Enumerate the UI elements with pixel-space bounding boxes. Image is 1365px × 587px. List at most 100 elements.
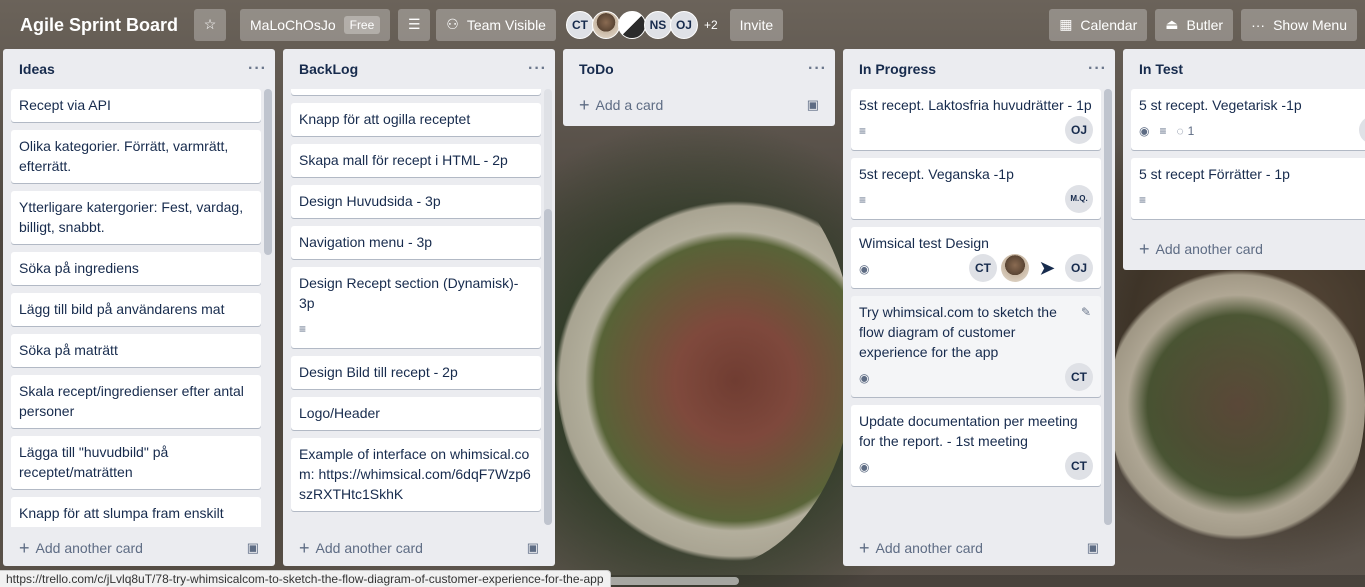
add-card-button[interactable]: + Add another card ▣ — [291, 534, 547, 562]
list-title[interactable]: Ideas — [19, 61, 55, 77]
card-template-icon[interactable]: ▣ — [1087, 540, 1099, 556]
add-card-button[interactable]: + Add another card ▣ — [851, 534, 1107, 562]
card[interactable]: Navigation menu - 3p — [291, 226, 541, 259]
list-scrollbar[interactable] — [264, 89, 272, 255]
card[interactable]: Wimsical test Design ◉ CT ➤ OJ — [851, 227, 1101, 288]
card[interactable]: Olika kategorier. Förrätt, varmrätt, eft… — [11, 130, 261, 183]
invite-button[interactable]: Invite — [729, 8, 784, 41]
list-header[interactable]: BackLog ··· — [283, 49, 555, 89]
add-card-label: Add another card — [875, 540, 983, 556]
card[interactable]: Söka på ingrediens — [11, 252, 261, 285]
list-actions-icon[interactable]: ··· — [248, 60, 267, 78]
card-hovered[interactable]: Try whimsical.com to sketch the flow dia… — [851, 296, 1101, 397]
card[interactable]: Skala recept/ingredienser efter antal pe… — [11, 375, 261, 428]
card[interactable]: Design Bild till recept - 2p — [291, 356, 541, 389]
card[interactable]: Ytterligare katergorier: Fest, vardag, b… — [11, 191, 261, 244]
card-members: CT — [1061, 363, 1093, 391]
member-avatar[interactable] — [617, 10, 646, 39]
card-template-icon[interactable]: ▣ — [807, 97, 819, 113]
list-title[interactable]: In Progress — [859, 61, 936, 77]
background-plate-image-right — [1110, 240, 1365, 570]
add-card-button[interactable]: + Add another card — [1131, 235, 1365, 263]
card-title: Wimsical test Design — [859, 235, 989, 251]
list-actions-icon[interactable]: ··· — [528, 60, 547, 78]
member-avatar[interactable]: CT — [969, 254, 997, 282]
card-title: Try whimsical.com to sketch the flow dia… — [859, 304, 1057, 360]
member-avatar[interactable]: NS — [643, 10, 672, 39]
team-button[interactable]: MaLoChOsJo Free — [240, 8, 391, 41]
list-header[interactable]: In Test — [1123, 49, 1365, 89]
add-card-button[interactable]: + Add another card ▣ — [11, 534, 267, 562]
visibility-button[interactable]: ⚇ Team Visible — [436, 8, 556, 41]
list-backlog: BackLog ··· Knapp för att ogilla recepte… — [283, 49, 555, 566]
list-header[interactable]: In Progress ··· — [843, 49, 1115, 89]
card[interactable]: 5 st recept. Vegetarisk -1p ◉ ≡ ◌1 C — [1131, 89, 1365, 150]
card-members: OJ — [1061, 116, 1093, 144]
butler-label: Butler — [1186, 16, 1224, 33]
description-icon: ≡ — [859, 124, 867, 138]
card[interactable]: Update documentation per meeting for the… — [851, 405, 1101, 486]
list-header[interactable]: Ideas ··· — [3, 49, 275, 89]
butler-button[interactable]: ⏏ Butler — [1155, 8, 1234, 41]
card[interactable]: Lägg till bild på användarens mat — [11, 293, 261, 326]
member-avatar[interactable]: OJ — [669, 10, 698, 39]
plus-icon: + — [579, 95, 590, 115]
card[interactable]: Lägga till "huvudbild" på receptet/maträ… — [11, 436, 261, 489]
card-badges: ◉ — [859, 366, 1093, 390]
card-container: 5st recept. Laktosfria huvudrätter - 1p … — [851, 89, 1101, 527]
list-actions-icon[interactable]: ··· — [808, 60, 827, 78]
card[interactable]: 5 st recept Förrätter - 1p ≡ ➤ — [1131, 158, 1365, 219]
member-avatar[interactable]: C — [1359, 116, 1365, 144]
more-members-count[interactable]: +2 — [704, 18, 718, 32]
list-title[interactable]: BackLog — [299, 61, 358, 77]
list-scrollbar[interactable] — [544, 209, 552, 525]
card[interactable]: Logo/Header — [291, 397, 541, 430]
list-title[interactable]: In Test — [1139, 61, 1183, 77]
card-template-icon[interactable]: ▣ — [527, 540, 539, 556]
member-avatar[interactable]: CT — [1065, 363, 1093, 391]
card-title: Design Recept section (Dynamisk)- 3p — [299, 275, 519, 311]
card[interactable]: Skapa mall för recept i HTML - 2p — [291, 144, 541, 177]
show-menu-button[interactable]: ··· Show Menu — [1241, 8, 1357, 41]
board-menu-button[interactable]: ☰ — [398, 8, 431, 41]
card-title: 5st recept. Laktosfria huvudrätter - 1p — [859, 97, 1092, 113]
member-avatar[interactable] — [591, 10, 620, 39]
edit-pencil-icon[interactable]: ✎ — [1081, 302, 1091, 322]
member-avatar[interactable]: OJ — [1065, 254, 1093, 282]
list-header[interactable]: ToDo ··· — [563, 49, 835, 89]
more-icon: ··· — [1251, 16, 1266, 33]
list-scrollbar[interactable] — [1104, 89, 1112, 525]
board-title[interactable]: Agile Sprint Board — [12, 9, 186, 41]
add-card-button[interactable]: + Add a card ▣ — [571, 91, 827, 119]
card-template-icon[interactable]: ▣ — [247, 540, 259, 556]
card[interactable]: Recept via API — [11, 89, 261, 122]
member-avatar[interactable]: CT — [1065, 452, 1093, 480]
member-avatar[interactable]: M.Q. — [1065, 185, 1093, 213]
card-partial[interactable] — [291, 89, 541, 95]
card[interactable]: Example of interface on whimsical.com: h… — [291, 438, 541, 511]
card[interactable]: 5st recept. Veganska -1p ≡ M.Q. — [851, 158, 1101, 219]
card[interactable]: Design Recept section (Dynamisk)- 3p ≡ — [291, 267, 541, 348]
list-in-test: In Test 5 st recept. Vegetarisk -1p ◉ ≡ … — [1123, 49, 1365, 270]
member-avatar[interactable] — [1001, 254, 1029, 282]
card[interactable]: Design Huvudsida - 3p — [291, 185, 541, 218]
card[interactable]: Söka på maträtt — [11, 334, 261, 367]
show-menu-label: Show Menu — [1273, 16, 1347, 33]
list-todo: ToDo ··· + Add a card ▣ — [563, 49, 835, 126]
board-members: CT NS OJ +2 — [565, 10, 718, 39]
member-avatar[interactable]: CT — [565, 10, 594, 39]
card[interactable]: Knapp för att slumpa fram enskilt recept — [11, 497, 261, 527]
card[interactable]: Knapp för att ogilla receptet — [291, 103, 541, 136]
member-avatar[interactable]: OJ — [1065, 116, 1093, 144]
add-card-label: Add another card — [315, 540, 423, 556]
card[interactable]: 5st recept. Laktosfria huvudrätter - 1p … — [851, 89, 1101, 150]
member-avatar-arrow[interactable]: ➤ — [1033, 254, 1061, 282]
star-button[interactable]: ☆ — [194, 8, 227, 41]
list-actions-icon[interactable]: ··· — [1088, 60, 1107, 78]
add-card-label: Add another card — [35, 540, 143, 556]
card-members: CT — [1061, 452, 1093, 480]
list-title[interactable]: ToDo — [579, 61, 614, 77]
card-title: Update documentation per meeting for the… — [859, 413, 1078, 449]
add-card-label: Add a card — [595, 97, 664, 113]
calendar-button[interactable]: ▦ Calendar — [1049, 8, 1148, 41]
